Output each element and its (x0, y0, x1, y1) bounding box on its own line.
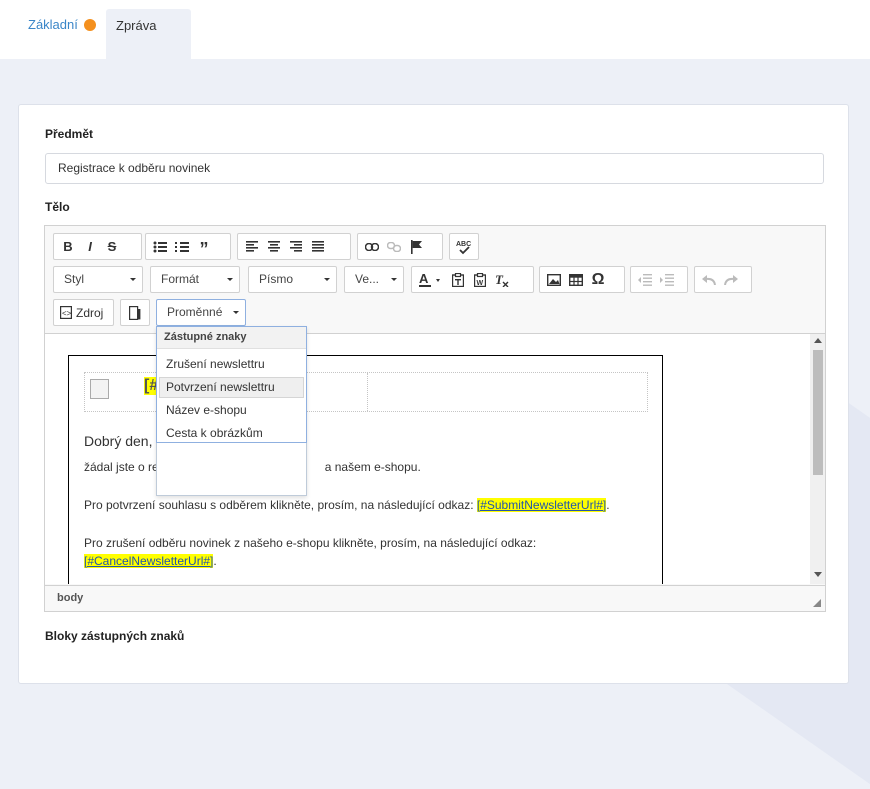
resize-grip-icon[interactable] (813, 599, 821, 607)
font-select-label: Písmo (259, 272, 294, 286)
body-label: Tělo (45, 200, 70, 214)
style-select[interactable]: Styl (53, 266, 143, 293)
list-group: ” (145, 233, 231, 260)
templates-icon[interactable] (124, 302, 146, 323)
spellcheck-group: ABC (449, 233, 479, 260)
placeholder-blocks-label: Bloky zástupných znaků (45, 629, 185, 643)
tab-message-label: Zpráva (116, 18, 157, 33)
variables-dropdown: Zástupné znaky Zrušení newslettru Potvrz… (156, 326, 307, 496)
align-center-icon[interactable] (263, 236, 285, 257)
outdent-icon[interactable] (634, 269, 656, 290)
indent-icon[interactable] (656, 269, 678, 290)
remove-format-icon[interactable]: T (491, 269, 513, 290)
align-group (237, 233, 351, 260)
align-justify-icon[interactable] (307, 236, 329, 257)
scrollbar-thumb[interactable] (813, 350, 823, 475)
broken-image-icon (90, 379, 109, 399)
bold-icon[interactable]: B (57, 236, 79, 257)
blockquote-icon[interactable]: ” (193, 236, 215, 259)
svg-text:<>: <> (62, 309, 72, 318)
variables-select[interactable]: Proměnné (156, 299, 246, 326)
greeting-text: Dobrý den, (84, 433, 153, 449)
numbered-list-icon[interactable] (171, 236, 193, 257)
svg-text:W: W (477, 280, 484, 287)
cancel-url-tag: [#CancelNewsletterUrl#] (84, 554, 214, 568)
style-select-label: Styl (64, 272, 85, 286)
format-select-label: Formát (161, 272, 200, 286)
svg-text:T: T (495, 273, 504, 287)
italic-icon[interactable]: I (79, 236, 101, 257)
scroll-down-icon[interactable] (814, 572, 822, 577)
body-line-2-text: Pro potvrzení souhlasu s odběrem kliknět… (84, 498, 477, 512)
unlink-icon[interactable] (383, 236, 405, 257)
bulleted-list-icon[interactable] (149, 236, 171, 257)
chevron-down-icon (233, 311, 239, 314)
subject-input[interactable]: Registrace k odběru novinek (45, 153, 824, 184)
element-path-bar: body (45, 585, 825, 611)
dropdown-item-image-path[interactable]: Cesta k obrázkům (159, 423, 304, 444)
warning-dot-icon (83, 18, 96, 31)
align-left-icon[interactable] (241, 236, 263, 257)
basic-styles-group: B I S (53, 233, 142, 260)
chevron-down-icon (227, 278, 233, 281)
paste-word-icon[interactable]: W (469, 269, 491, 290)
table-cell-divider (367, 373, 368, 411)
tab-bar: Základní Zpráva (0, 0, 870, 59)
body-line-1-end: a našem e-shopu. (324, 460, 421, 474)
chevron-down-icon (391, 278, 397, 281)
subject-label: Předmět (45, 127, 94, 141)
image-icon[interactable] (543, 269, 565, 290)
message-form-card: Předmět Registrace k odběru novinek Tělo… (18, 104, 849, 684)
text-color-group: A W T (411, 266, 534, 293)
body-line-4: [#CancelNewsletterUrl#]. (84, 554, 217, 568)
scroll-up-icon[interactable] (814, 338, 822, 343)
submit-url-tag: [#SubmitNewsletterUrl#] (476, 498, 607, 512)
paste-text-icon[interactable] (447, 269, 469, 290)
text-color-icon[interactable]: A (415, 269, 447, 290)
history-group (694, 266, 752, 293)
special-char-icon[interactable]: Ω (587, 269, 609, 290)
align-right-icon[interactable] (285, 236, 307, 257)
variables-select-label: Proměnné (167, 305, 223, 319)
editor-toolbar: B I S ” ABC Styl Formát Písmo Ve... A W … (45, 226, 825, 334)
table-icon[interactable] (565, 269, 587, 290)
link-icon[interactable] (361, 236, 383, 257)
source-button-label: Zdroj (76, 305, 104, 320)
font-size-select[interactable]: Ve... (344, 266, 404, 293)
tab-basic[interactable]: Základní (28, 17, 96, 32)
chevron-down-icon (324, 278, 330, 281)
tab-basic-label: Základní (28, 17, 78, 32)
dropdown-item-confirm-newsletter[interactable]: Potvrzení newslettru (159, 377, 304, 398)
body-line-2: Pro potvrzení souhlasu s odběrem kliknět… (84, 498, 610, 512)
redo-icon[interactable] (720, 269, 742, 290)
body-line-1-start: žádal jste o re (84, 460, 159, 474)
templates-group (120, 299, 150, 326)
format-select[interactable]: Formát (150, 266, 240, 293)
chevron-down-icon (130, 278, 136, 281)
dropdown-heading: Zástupné znaky (157, 327, 306, 349)
dropdown-item-shop-name[interactable]: Název e-shopu (159, 400, 304, 421)
anchor-flag-icon[interactable] (405, 236, 427, 257)
font-size-select-label: Ve... (355, 272, 380, 286)
source-icon: <> (60, 306, 72, 319)
strikethrough-icon[interactable]: S (101, 236, 123, 257)
dropdown-item-cancel-newsletter[interactable]: Zrušení newslettru (159, 354, 304, 375)
tab-message[interactable]: Zpráva (106, 9, 191, 59)
source-button[interactable]: <> Zdroj (53, 299, 114, 326)
undo-icon[interactable] (698, 269, 720, 290)
body-line-3: Pro zrušení odběru novinek z našeho e-sh… (84, 536, 537, 550)
link-group (357, 233, 443, 260)
indent-group (630, 266, 688, 293)
svg-text:A: A (419, 272, 429, 286)
editor-scrollbar[interactable] (810, 334, 825, 584)
element-path[interactable]: body (57, 592, 83, 604)
spellcheck-icon[interactable]: ABC (453, 236, 475, 257)
font-select[interactable]: Písmo (248, 266, 337, 293)
insert-group: Ω (539, 266, 625, 293)
